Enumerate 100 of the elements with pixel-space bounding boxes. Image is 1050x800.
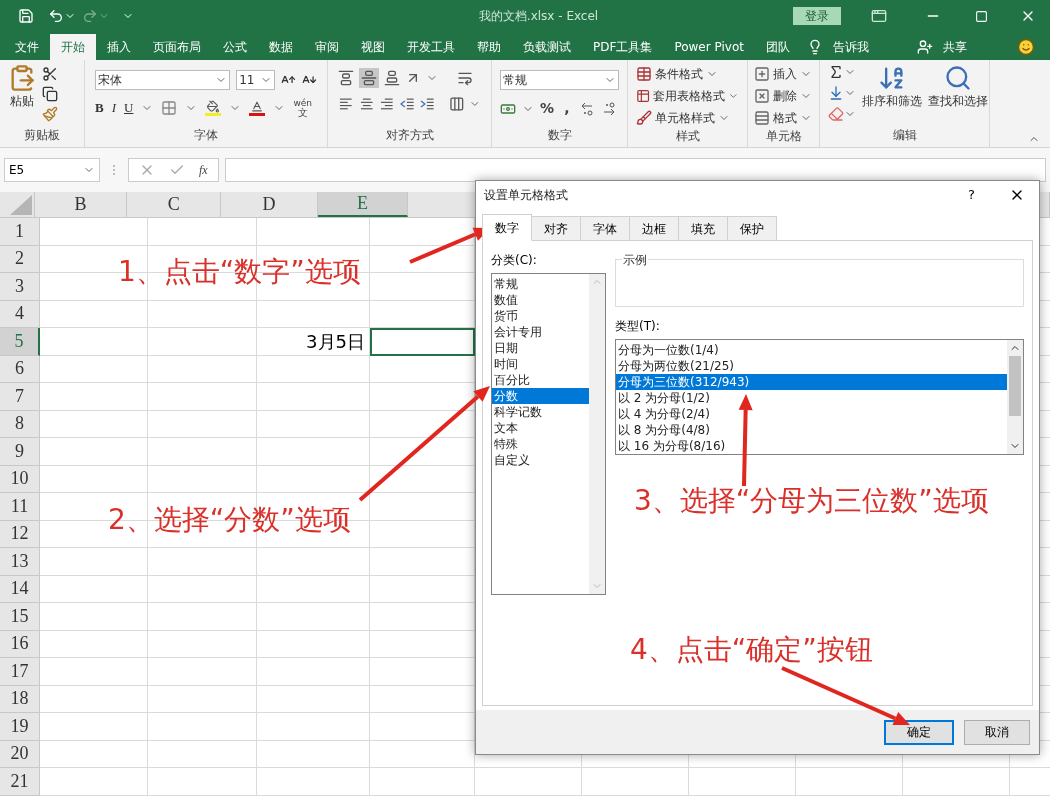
bottom-align-icon[interactable] xyxy=(384,70,400,86)
row-header[interactable]: 21 xyxy=(0,768,40,796)
style-menu-button[interactable]: 单元格样式 xyxy=(636,109,739,127)
category-item[interactable]: 货币 xyxy=(492,308,589,324)
percent-button[interactable]: % xyxy=(540,98,554,119)
save-icon[interactable] xyxy=(18,8,34,24)
category-item[interactable]: 数值 xyxy=(492,292,589,308)
decrease-decimal-icon[interactable] xyxy=(602,101,618,116)
drag-handle-icon[interactable] xyxy=(112,164,116,176)
borders-icon[interactable] xyxy=(161,100,178,116)
category-list[interactable]: 常规 数值 货币 会计专用 日期 时间 百分比 分数 科学记数 文本 特殊 自定义 xyxy=(491,273,606,595)
menu-tab[interactable]: 数据 xyxy=(258,34,304,60)
type-item[interactable]: 以 8 为分母(4/8) xyxy=(616,422,1007,438)
row-header[interactable]: 8 xyxy=(0,410,40,438)
style-menu-button[interactable]: 套用表格格式 xyxy=(636,87,739,105)
dialog-tab[interactable]: 对齐 xyxy=(532,216,581,241)
type-item[interactable]: 分母为两位数(21/25) xyxy=(616,358,1007,374)
font-name-field[interactable]: 宋体 xyxy=(95,70,231,90)
align-right-icon[interactable] xyxy=(379,97,395,111)
phonetic-button[interactable]: wén 文 xyxy=(293,98,312,118)
scissors-icon[interactable] xyxy=(42,66,58,82)
row-header[interactable]: 15 xyxy=(0,603,40,631)
fill-icon[interactable] xyxy=(828,85,844,101)
column-header[interactable]: B xyxy=(34,192,128,217)
maximize-icon[interactable] xyxy=(975,9,988,23)
sum-icon[interactable] xyxy=(828,64,844,80)
row-header[interactable]: 18 xyxy=(0,685,40,713)
scrollbar-thumb[interactable] xyxy=(1009,356,1021,416)
paste-button[interactable]: 粘贴 xyxy=(8,64,36,126)
row-header[interactable]: 9 xyxy=(0,438,40,466)
category-item[interactable]: 会计专用 xyxy=(492,324,589,340)
menu-tab[interactable]: 审阅 xyxy=(304,34,350,60)
column-header[interactable]: C xyxy=(127,192,221,217)
type-item[interactable]: 以 2 为分母(1/2) xyxy=(616,390,1007,406)
category-item[interactable]: 文本 xyxy=(492,420,589,436)
style-menu-button[interactable]: 条件格式 xyxy=(636,65,739,83)
menu-tab[interactable]: 文件 xyxy=(4,34,50,60)
copy-icon[interactable] xyxy=(42,86,58,102)
selected-cell[interactable] xyxy=(370,328,475,356)
menu-tab[interactable]: 团队 xyxy=(754,34,801,60)
menu-tab[interactable]: 帮助 xyxy=(466,34,512,60)
category-item[interactable]: 百分比 xyxy=(492,372,589,388)
cells-menu-button[interactable]: 插入 xyxy=(754,65,813,83)
indent-increase-icon[interactable] xyxy=(420,97,436,111)
underline-button[interactable]: U xyxy=(124,98,134,118)
ribbon-display-icon[interactable] xyxy=(871,8,887,24)
help-button[interactable]: ? xyxy=(968,185,975,205)
align-center-icon[interactable] xyxy=(358,97,375,111)
italic-button[interactable]: I xyxy=(111,98,116,118)
row-header[interactable]: 5 xyxy=(0,328,40,356)
dialog-tab[interactable]: 填充 xyxy=(679,216,728,241)
column-header[interactable]: E xyxy=(317,192,408,217)
insert-function-button[interactable]: fx xyxy=(199,161,208,179)
menu-tab[interactable]: 开始 xyxy=(50,34,96,60)
row-header[interactable]: 16 xyxy=(0,630,40,658)
formula-input[interactable] xyxy=(224,158,1046,182)
sort-filter-button[interactable]: 排序和筛选 xyxy=(862,64,922,122)
row-header[interactable]: 12 xyxy=(0,520,40,548)
menu-tab[interactable]: 公式 xyxy=(212,34,258,60)
category-item[interactable]: 时间 xyxy=(492,356,589,372)
type-item[interactable]: 分母为三位数(312/943) xyxy=(616,374,1007,390)
category-item[interactable]: 常规 xyxy=(492,276,589,292)
row-header[interactable]: 3 xyxy=(0,273,40,301)
cancel-button[interactable]: 取消 xyxy=(964,719,1030,745)
name-box[interactable]: E5 xyxy=(4,158,100,182)
row-header[interactable]: 4 xyxy=(0,300,40,328)
column-header[interactable]: D xyxy=(220,192,318,217)
row-header[interactable]: 11 xyxy=(0,493,40,521)
row-header[interactable]: 10 xyxy=(0,465,40,493)
menu-tab[interactable]: 开发工具 xyxy=(396,34,466,60)
menu-tab[interactable]: 页面布局 xyxy=(142,34,212,60)
type-item[interactable]: 以 4 为分母(2/4) xyxy=(616,406,1007,422)
fill-color-icon[interactable] xyxy=(205,100,222,116)
cells-menu-button[interactable]: 删除 xyxy=(754,87,813,105)
row-header[interactable]: 6 xyxy=(0,355,40,383)
row-header[interactable]: 17 xyxy=(0,658,40,686)
type-list[interactable]: 分母为一位数(1/4) 分母为两位数(21/25) 分母为三位数(312/943) 以 2 为分母(1/2) 以 4 为分母(2/4) 以 8 为分母(4/8) 以 16 为分母(8/16) xyxy=(615,339,1024,455)
align-left-icon[interactable] xyxy=(338,97,354,111)
dialog-tab[interactable]: 保护 xyxy=(728,216,777,241)
row-header[interactable]: 20 xyxy=(0,740,40,768)
top-align-icon[interactable] xyxy=(338,70,354,86)
category-item[interactable]: 分数 xyxy=(492,388,589,404)
row-header[interactable]: 2 xyxy=(0,245,40,273)
number-format-field[interactable]: 常规 xyxy=(500,70,619,90)
menu-tab[interactable]: Power Pivot xyxy=(663,34,755,60)
row-header[interactable]: 1 xyxy=(0,218,40,246)
type-item[interactable]: 分母为一位数(1/4) xyxy=(616,342,1007,358)
dialog-tab[interactable]: 字体 xyxy=(581,216,630,241)
row-header[interactable]: 14 xyxy=(0,575,40,603)
type-item[interactable]: 以 16 为分母(8/16) xyxy=(616,438,1007,454)
merge-icon[interactable] xyxy=(448,96,465,112)
category-item[interactable]: 科学记数 xyxy=(492,404,589,420)
eraser-icon[interactable] xyxy=(828,106,844,122)
sign-in-button[interactable]: 登录 xyxy=(793,7,841,25)
font-size-field[interactable]: 11 xyxy=(236,70,276,90)
tell-me-label[interactable]: 告诉我 xyxy=(832,38,869,56)
category-item[interactable]: 日期 xyxy=(492,340,589,356)
dialog-tab[interactable]: 数字 xyxy=(482,214,532,241)
cells-menu-button[interactable]: 格式 xyxy=(754,109,813,127)
menu-tab[interactable]: 负载测试 xyxy=(512,34,582,60)
